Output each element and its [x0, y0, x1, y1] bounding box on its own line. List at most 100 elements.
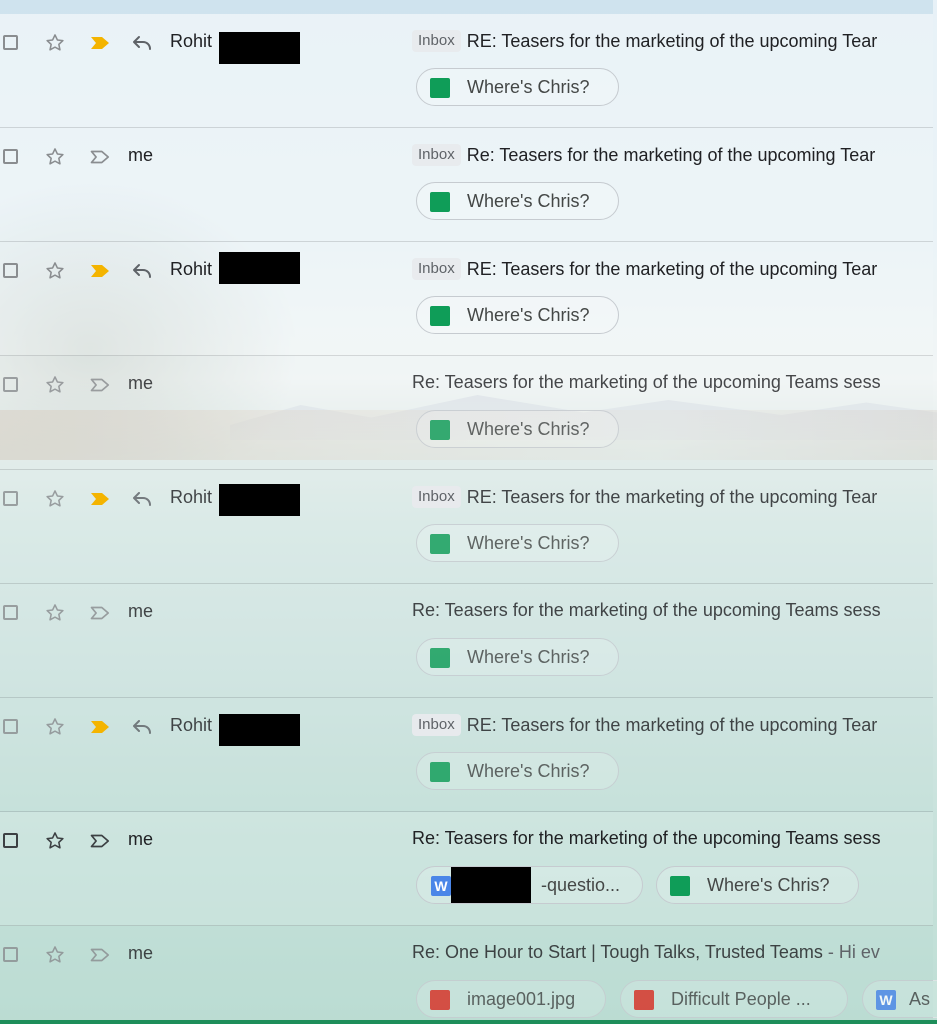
scrollbar-track[interactable]	[933, 0, 937, 1024]
reply-icon	[131, 262, 153, 280]
subject-line[interactable]: Inbox RE: Teasers for the marketing of th…	[412, 486, 933, 512]
email-row[interactable]: Rohit Inbox RE: Teasers for the marketing…	[0, 470, 933, 584]
star-icon[interactable]	[44, 830, 66, 852]
redacted-block	[451, 867, 531, 903]
subject-line[interactable]: Inbox RE: Teasers for the marketing of th…	[412, 258, 933, 284]
checkbox-icon[interactable]	[3, 947, 18, 962]
important-marker-icon[interactable]	[89, 947, 111, 963]
attachment-name: image001.jpg	[467, 989, 576, 1009]
star-icon[interactable]	[44, 32, 66, 54]
email-row[interactable]: me Re: Teasers for the marketing of the …	[0, 812, 933, 926]
star-icon[interactable]	[44, 488, 66, 510]
inbox-label[interactable]: Inbox	[412, 30, 461, 52]
email-row[interactable]: me Re: Teasers for the marketing of the …	[0, 356, 933, 470]
checkbox-icon[interactable]	[3, 377, 18, 392]
sheets-icon	[670, 876, 690, 896]
attachment-name: Where's Chris?	[467, 191, 590, 211]
reply-icon	[131, 34, 153, 52]
checkbox-icon[interactable]	[3, 149, 18, 164]
sender-name: me	[128, 601, 154, 621]
subject-line[interactable]: Re: Teasers for the marketing of the upc…	[412, 828, 933, 854]
subject-text: RE: Teasers for the marketing of the upc…	[466, 31, 878, 51]
subject-text: RE: Teasers for the marketing of the upc…	[466, 259, 878, 279]
important-marker-icon[interactable]	[89, 263, 111, 279]
attachment-chip[interactable]: image001.jpg	[416, 980, 606, 1018]
important-marker-icon[interactable]	[89, 491, 111, 507]
email-row[interactable]: Rohit Inbox RE: Teasers for the marketing…	[0, 14, 933, 128]
star-icon[interactable]	[44, 260, 66, 282]
sheets-icon	[430, 306, 450, 326]
attachment-chip[interactable]: Where's Chris?	[416, 410, 619, 448]
attachment-chip[interactable]: Where's Chris?	[416, 524, 619, 562]
sheets-icon	[430, 534, 450, 554]
inbox-label[interactable]: Inbox	[412, 144, 461, 166]
subject-line[interactable]: Inbox RE: Teasers for the marketing of th…	[412, 30, 933, 56]
star-icon[interactable]	[44, 716, 66, 738]
attachment-chip[interactable]: W As	[862, 980, 937, 1018]
inbox-label[interactable]: Inbox	[412, 486, 461, 508]
sheets-icon	[430, 648, 450, 668]
subject-line[interactable]: Re: One Hour to Start | Tough Talks, Tru…	[412, 942, 933, 968]
inbox-label[interactable]: Inbox	[412, 258, 461, 280]
subject-text: RE: Teasers for the marketing of the upc…	[466, 487, 878, 507]
attachment-chip[interactable]: Where's Chris?	[416, 68, 619, 106]
email-row[interactable]: Rohit Inbox RE: Teasers for the marketing…	[0, 242, 933, 356]
attachment-chip[interactable]: Where's Chris?	[416, 752, 619, 790]
subject-line[interactable]: Re: Teasers for the marketing of the upc…	[412, 372, 933, 398]
redacted-block	[219, 714, 300, 746]
star-icon[interactable]	[44, 944, 66, 966]
subject-line[interactable]: Re: Teasers for the marketing of the upc…	[412, 600, 933, 626]
star-icon[interactable]	[44, 602, 66, 624]
important-marker-icon[interactable]	[89, 719, 111, 735]
star-icon[interactable]	[44, 374, 66, 396]
star-icon[interactable]	[44, 146, 66, 168]
important-marker-icon[interactable]	[89, 149, 111, 165]
attachment-chip[interactable]: Difficult People ...	[620, 980, 848, 1018]
attachment-chip[interactable]: Where's Chris?	[656, 866, 859, 904]
attachment-name: Where's Chris?	[467, 647, 590, 667]
sender-name: me	[128, 373, 154, 393]
sender-name: me	[128, 829, 154, 849]
subject-line[interactable]: Inbox RE: Teasers for the marketing of th…	[412, 714, 933, 740]
email-row[interactable]: me Inbox Re: Teasers for the marketing of…	[0, 128, 933, 242]
attachment-name: As	[909, 989, 931, 1009]
sheets-icon	[430, 762, 450, 782]
checkbox-icon[interactable]	[3, 719, 18, 734]
attachment-name: Where's Chris?	[467, 77, 590, 97]
sender-name: me	[128, 145, 154, 165]
checkbox-icon[interactable]	[3, 35, 18, 50]
subject-text: Re: Teasers for the marketing of the upc…	[412, 600, 881, 620]
attachment-chip[interactable]: Where's Chris?	[416, 182, 619, 220]
word-icon: W	[876, 990, 896, 1010]
checkbox-icon[interactable]	[3, 833, 18, 848]
email-row[interactable]: me Re: One Hour to Start | Tough Talks, …	[0, 926, 937, 1024]
redacted-block	[219, 252, 300, 284]
checkbox-icon[interactable]	[3, 263, 18, 278]
subject-text: Re: Teasers for the marketing of the upc…	[412, 828, 881, 848]
checkbox-icon[interactable]	[3, 491, 18, 506]
important-marker-icon[interactable]	[89, 377, 111, 393]
sender-name: Rohit	[170, 715, 213, 735]
inbox-label[interactable]: Inbox	[412, 714, 461, 736]
word-icon: W	[431, 876, 451, 896]
reply-icon	[131, 718, 153, 736]
attachment-name: Where's Chris?	[707, 875, 830, 895]
attachment-chip[interactable]: Where's Chris?	[416, 638, 619, 676]
email-list: Rohit Inbox RE: Teasers for the marketing…	[0, 0, 937, 1024]
image-icon	[634, 990, 654, 1010]
email-row[interactable]: Rohit Inbox RE: Teasers for the marketing…	[0, 698, 933, 812]
subject-text: Re: Teasers for the marketing of the upc…	[412, 372, 881, 392]
subject-line[interactable]: Inbox Re: Teasers for the marketing of th…	[412, 144, 933, 170]
attachment-chip[interactable]: Where's Chris?	[416, 296, 619, 334]
sender-name: Rohit	[170, 487, 213, 507]
important-marker-icon[interactable]	[89, 833, 111, 849]
checkbox-icon[interactable]	[3, 605, 18, 620]
attachment-chip[interactable]: W -questio...	[416, 866, 643, 904]
sheets-icon	[430, 192, 450, 212]
attachment-name: -questio...	[541, 875, 621, 895]
important-marker-icon[interactable]	[89, 35, 111, 51]
redacted-block	[219, 484, 300, 516]
important-marker-icon[interactable]	[89, 605, 111, 621]
image-icon	[430, 990, 450, 1010]
email-row[interactable]: me Re: Teasers for the marketing of the …	[0, 584, 933, 698]
